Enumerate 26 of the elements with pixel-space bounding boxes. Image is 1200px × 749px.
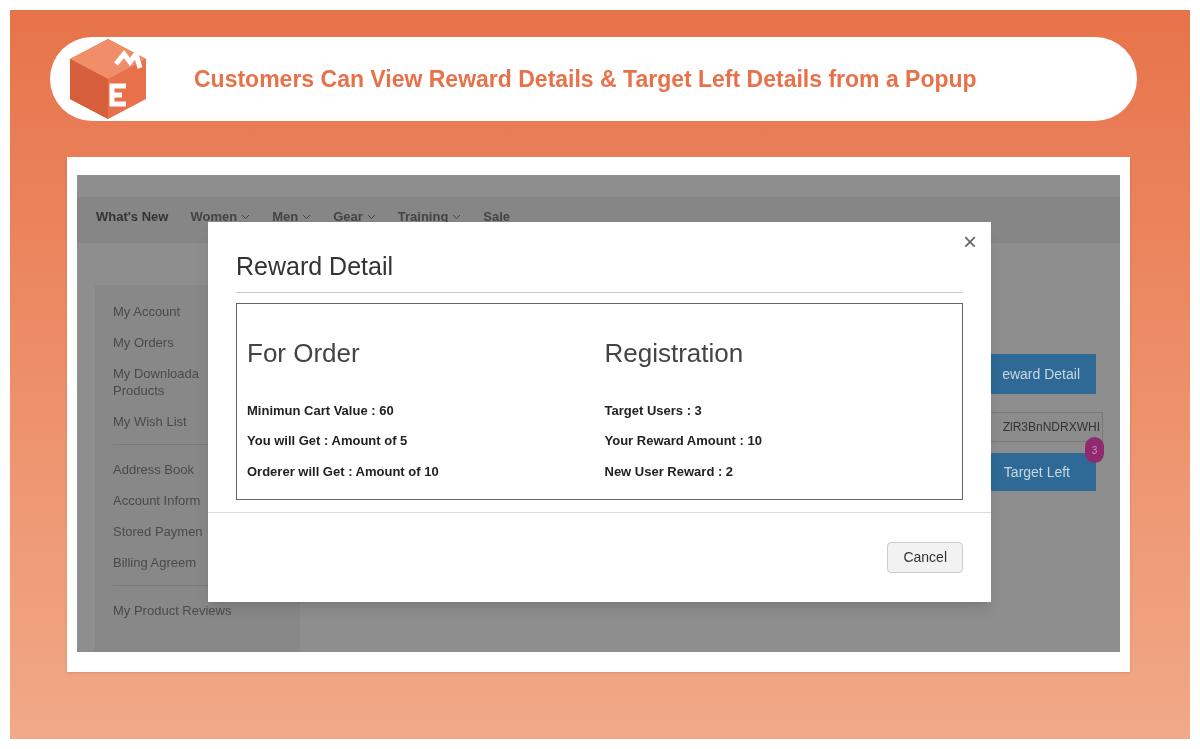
count-badge: 3 [1085,437,1104,463]
chevron-icon [366,213,376,220]
nav-link[interactable]: What's New [96,207,169,227]
nav-link[interactable]: Women [190,207,251,227]
sidebar-link[interactable]: My Product Reviews [113,602,300,619]
cancel-button[interactable]: Cancel [887,542,963,573]
reward-detail-button[interactable]: eward Detail [990,354,1096,394]
chevron-icon [241,213,251,220]
code-field[interactable]: ZlR3BnNDRXWHI [990,412,1103,442]
reward-info: Your Reward Amount : 10 [604,432,763,450]
target-left-button[interactable]: Target Left [990,453,1096,491]
nav-link[interactable]: Gear [333,207,376,227]
reward-info: You will Get : Amount of 5 [247,432,409,450]
reward-info: Minimun Cart Value : 60 [247,401,395,420]
section-heading: For Order [247,336,361,370]
section-heading: Registration [604,336,745,370]
chevron-icon [302,213,312,220]
nav-link[interactable]: Men [272,207,312,227]
reward-info: Orderer will Get : Amount of 10 [247,462,440,481]
banner-title: Customers Can View Reward Details & Target Left Details from a Popup [194,64,977,94]
reward-info: New User Reward : 2 [604,462,735,481]
nav-link[interactable]: Training [397,207,462,227]
reward-info: Target Users : 3 [604,401,703,420]
close-button[interactable]: × [963,230,977,254]
dialog-title: Reward Detail [236,248,963,293]
chevron-icon [452,213,462,220]
